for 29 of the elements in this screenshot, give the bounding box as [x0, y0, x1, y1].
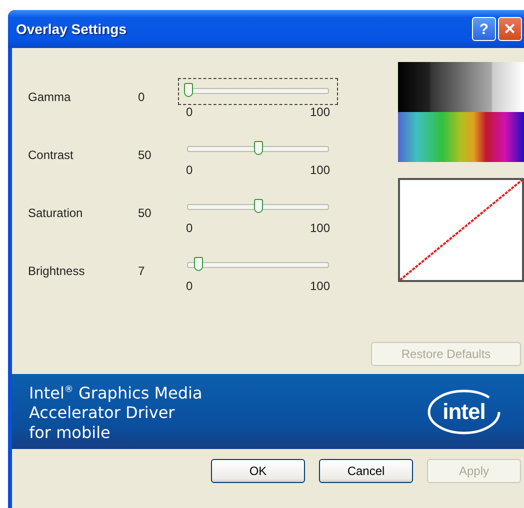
help-button[interactable]: ? [472, 17, 496, 41]
slider[interactable] [178, 78, 338, 105]
slider-value: 7 [138, 263, 146, 280]
logo-text: intel [442, 398, 486, 424]
dialog-button[interactable]: Cancel [319, 459, 413, 483]
slider-thumb[interactable] [184, 83, 193, 97]
tick-label: 100 [310, 105, 330, 119]
slider-thumb[interactable] [194, 257, 203, 271]
slider-thumb[interactable] [254, 141, 263, 155]
tick-label: 100 [310, 163, 330, 177]
slider-value: 50 [138, 147, 152, 164]
tick-label: 100 [310, 221, 330, 235]
slider-label: Contrast [28, 147, 74, 164]
tick-label: 0 [186, 279, 193, 293]
slider-label: Gamma [28, 89, 72, 106]
tick-label: 100 [310, 279, 330, 293]
logo-swoosh-icon [426, 386, 502, 436]
slider-label: Brightness [28, 263, 86, 280]
slider-value: 0 [138, 89, 146, 106]
slider-label: Saturation [28, 205, 84, 222]
product-name: Intel$^{®}$ Graphics Media Accelerator Driver for mobile [29, 382, 202, 444]
tick-label: 0 [186, 221, 193, 235]
tick-label: 0 [186, 105, 193, 119]
slider-thumb[interactable] [254, 199, 263, 213]
dialog-button[interactable]: OK [211, 459, 305, 483]
window-title: Overlay Settings [16, 21, 128, 37]
slider-value: 50 [138, 205, 152, 222]
tick-label: 0 [186, 163, 193, 177]
close-button[interactable]: ✕ [498, 17, 522, 41]
